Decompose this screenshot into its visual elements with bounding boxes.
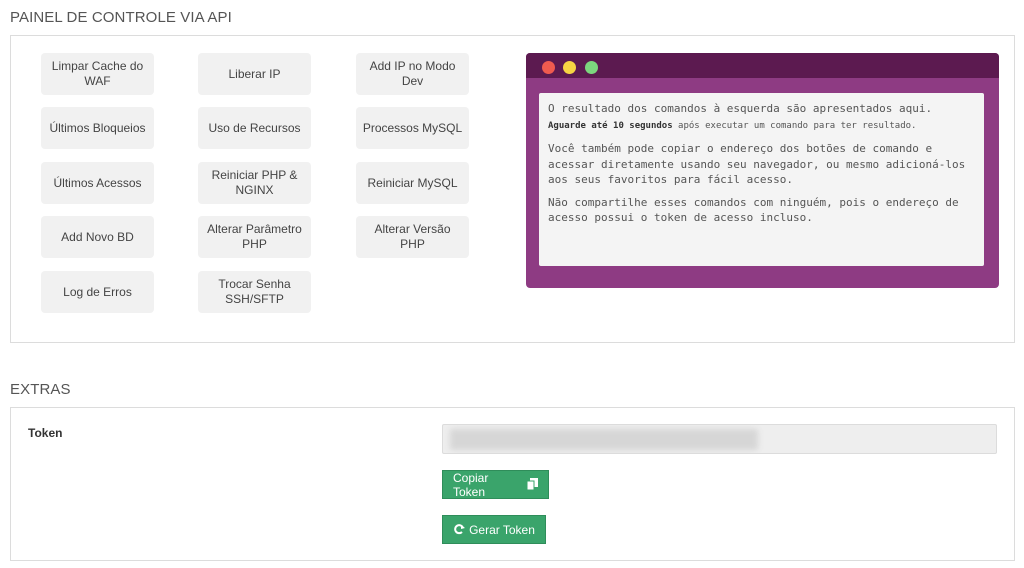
terminal-output-window: O resultado dos comandos à esquerda são … bbox=[526, 53, 999, 288]
terminal-title-bar bbox=[526, 53, 999, 78]
processos-mysql-button[interactable]: Processos MySQL bbox=[356, 107, 469, 149]
uso-de-recursos-button[interactable]: Uso de Recursos bbox=[198, 107, 311, 149]
liberar-ip-button[interactable]: Liberar IP bbox=[198, 53, 311, 95]
maximize-dot-icon bbox=[585, 61, 598, 74]
terminal-paragraph-copy: Você também pode copiar o endereço dos b… bbox=[548, 142, 966, 186]
terminal-wait-rest: após executar um comando para ter result… bbox=[672, 120, 917, 131]
ultimos-bloqueios-button[interactable]: Últimos Bloqueios bbox=[41, 107, 154, 149]
terminal-screen: O resultado dos comandos à esquerda são … bbox=[539, 93, 984, 266]
token-field[interactable] bbox=[442, 424, 997, 454]
trocar-senha-ssh-sftp-button[interactable]: Trocar Senha SSH/SFTP bbox=[198, 271, 311, 313]
copy-icon bbox=[526, 477, 538, 492]
add-ip-modo-dev-button[interactable]: Add IP no Modo Dev bbox=[356, 53, 469, 95]
alterar-versao-php-button[interactable]: Alterar Versão PHP bbox=[356, 216, 469, 258]
terminal-wait-bold: Aguarde até 10 segundos bbox=[548, 120, 673, 131]
terminal-line-wait: Aguarde até 10 segundos após executar um… bbox=[548, 119, 975, 135]
generate-token-button[interactable]: Gerar Token bbox=[442, 515, 546, 544]
section-title-extras: EXTRAS bbox=[10, 381, 71, 398]
terminal-line-result: O resultado dos comandos à esquerda são … bbox=[548, 102, 933, 115]
alterar-parametro-php-button[interactable]: Alterar Parâmetro PHP bbox=[198, 216, 311, 258]
refresh-icon bbox=[453, 523, 466, 537]
copy-token-button[interactable]: Copiar Token bbox=[442, 470, 549, 499]
extras-panel: Token Copiar Token Gerar Token bbox=[10, 407, 1015, 561]
add-novo-bd-button[interactable]: Add Novo BD bbox=[41, 216, 154, 258]
api-control-panel: Limpar Cache do WAF Liberar IP Add IP no… bbox=[10, 35, 1015, 343]
token-value-blurred bbox=[450, 429, 758, 450]
generate-token-label: Gerar Token bbox=[469, 522, 535, 537]
section-title-painel: PAINEL DE CONTROLE VIA API bbox=[10, 9, 232, 26]
close-dot-icon bbox=[542, 61, 555, 74]
limpar-cache-waf-button[interactable]: Limpar Cache do WAF bbox=[41, 53, 154, 95]
log-de-erros-button[interactable]: Log de Erros bbox=[41, 271, 154, 313]
minimize-dot-icon bbox=[563, 61, 576, 74]
terminal-paragraph-warning: Não compartilhe esses comandos com ningu… bbox=[548, 195, 959, 225]
copy-token-label: Copiar Token bbox=[453, 470, 489, 499]
token-label: Token bbox=[28, 426, 63, 440]
reiniciar-php-nginx-button[interactable]: Reiniciar PHP & NGINX bbox=[198, 162, 311, 204]
reiniciar-mysql-button[interactable]: Reiniciar MySQL bbox=[356, 162, 469, 204]
ultimos-acessos-button[interactable]: Últimos Acessos bbox=[41, 162, 154, 204]
